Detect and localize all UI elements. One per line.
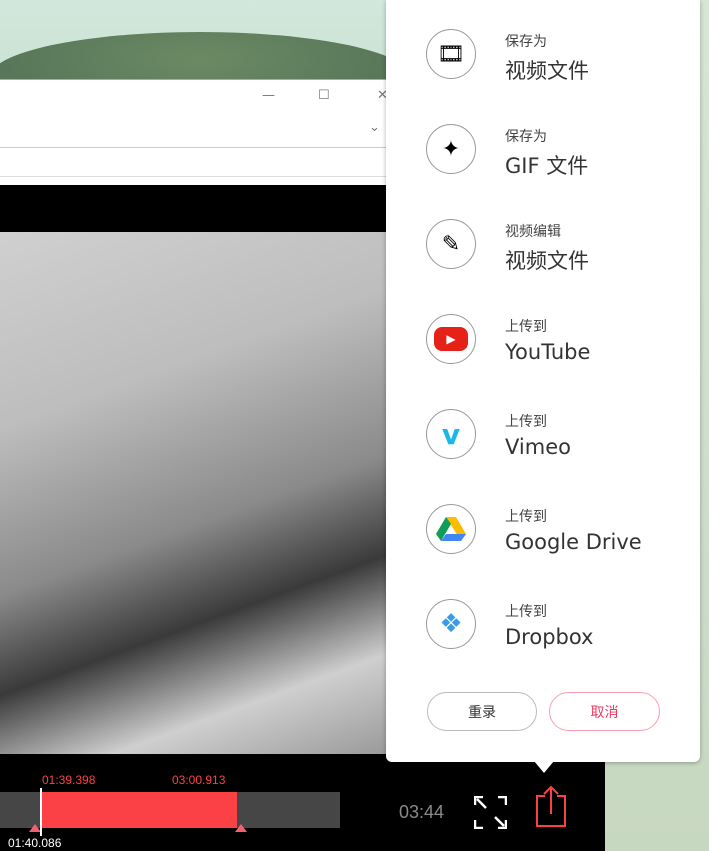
rerecord-button[interactable]: 重录 <box>427 692 537 731</box>
selection-end-time: 03:00.913 <box>172 773 226 787</box>
menu-item-google-drive[interactable]: 上传到 Google Drive <box>386 475 700 570</box>
menu-item-dropbox[interactable]: ❖ 上传到 Dropbox <box>386 570 700 665</box>
end-handle[interactable] <box>235 824 247 832</box>
video-frame <box>0 232 386 754</box>
film-reel-icon: 🎞 <box>426 29 476 79</box>
playhead[interactable] <box>40 788 42 836</box>
menu-item-edit-video[interactable]: ✎ 视频编辑 视频文件 <box>386 190 700 285</box>
menu-item-vimeo[interactable]: v 上传到 Vimeo <box>386 380 700 475</box>
share-menu: 🎞 保存为 视频文件 ✦ 保存为 GIF 文件 ✎ 视频编辑 视频文件 ▶ 上传到 YouTub… <box>386 0 700 762</box>
video-letterbox <box>0 185 386 232</box>
menu-item-save-gif[interactable]: ✦ 保存为 GIF 文件 <box>386 95 700 190</box>
google-drive-icon <box>426 504 476 554</box>
pencil-icon: ✎ <box>426 219 476 269</box>
share-export-icon[interactable] <box>535 784 567 828</box>
menu-pointer <box>534 761 554 773</box>
minimize-button[interactable]: — <box>262 88 275 103</box>
cancel-button[interactable]: 取消 <box>549 692 660 731</box>
maximize-button[interactable]: ☐ <box>318 88 330 103</box>
background-window: — ☐ ✕ ⌄ <box>0 79 388 185</box>
timeline-selection[interactable] <box>41 792 237 828</box>
gif-sparkle-icon: ✦ <box>426 124 476 174</box>
fullscreen-icon[interactable] <box>474 796 507 829</box>
vimeo-icon: v <box>426 409 476 459</box>
player-controls: 01:39.398 03:00.913 01:40.086 03:44 <box>0 754 605 851</box>
selection-start-time: 01:39.398 <box>42 773 96 787</box>
chevron-down-icon[interactable]: ⌄ <box>369 120 380 135</box>
menu-item-youtube[interactable]: ▶ 上传到 YouTube <box>386 285 700 380</box>
menu-item-save-video[interactable]: 🎞 保存为 视频文件 <box>386 0 700 95</box>
youtube-icon: ▶ <box>426 314 476 364</box>
current-time: 01:40.086 <box>8 836 62 850</box>
duration: 03:44 <box>399 802 445 822</box>
dropbox-icon: ❖ <box>426 599 476 649</box>
